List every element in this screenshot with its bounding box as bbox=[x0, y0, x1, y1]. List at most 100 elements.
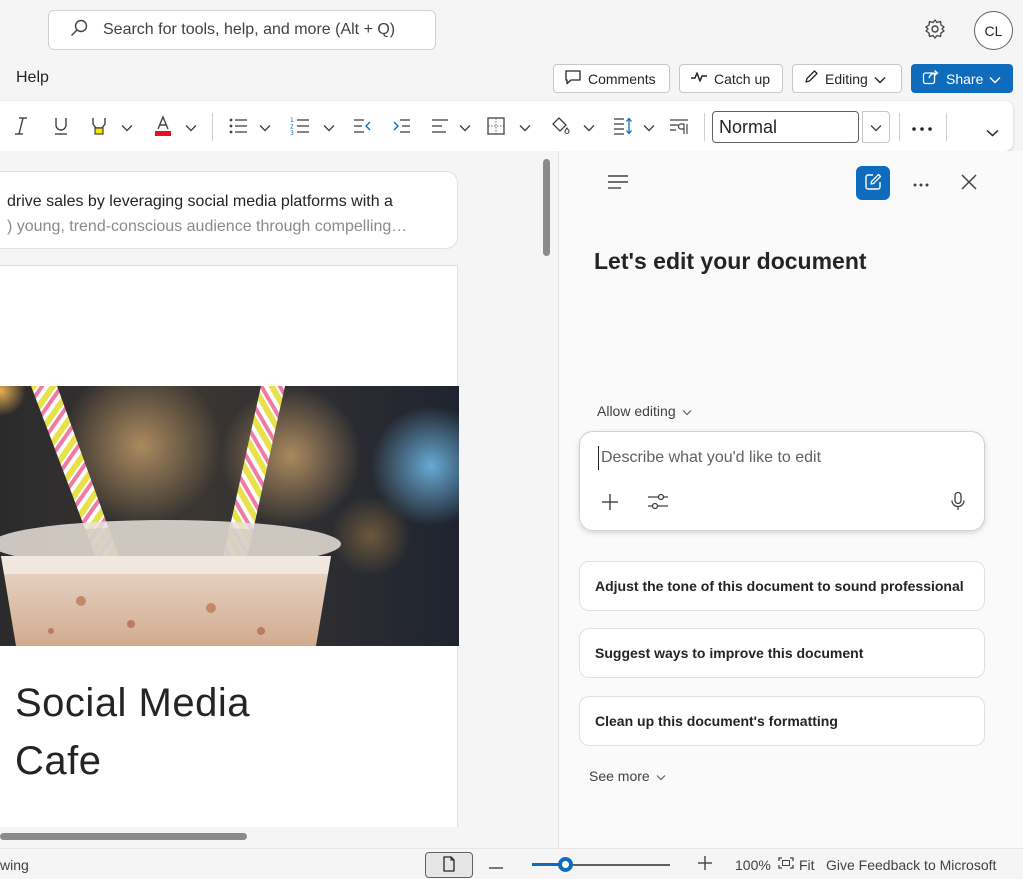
comment-icon bbox=[564, 69, 582, 88]
formatting-toolbar: 123 Normal bbox=[0, 101, 1013, 151]
summary-card[interactable]: drive sales by leveraging social media p… bbox=[0, 171, 458, 249]
compose-icon bbox=[863, 172, 883, 195]
microphone-icon bbox=[950, 491, 966, 516]
settings-button[interactable] bbox=[921, 16, 949, 44]
align-button[interactable] bbox=[428, 114, 452, 140]
line-spacing-dropdown[interactable] bbox=[640, 114, 658, 140]
chevron-down-icon bbox=[259, 119, 271, 135]
prompt-composer bbox=[579, 431, 985, 531]
highlighter-icon bbox=[88, 115, 110, 140]
more-horizontal-icon bbox=[912, 175, 930, 191]
bullets-dropdown[interactable] bbox=[256, 114, 274, 140]
editing-mode-button[interactable]: Editing bbox=[792, 64, 902, 93]
highlight-dropdown[interactable] bbox=[118, 114, 136, 140]
paragraph-style-select[interactable]: Normal bbox=[712, 111, 859, 143]
zoom-slider-thumb[interactable] bbox=[557, 857, 573, 872]
close-icon bbox=[960, 173, 978, 194]
new-edit-button[interactable] bbox=[856, 166, 890, 200]
decrease-indent-icon bbox=[352, 116, 372, 139]
voice-input-button[interactable] bbox=[942, 487, 974, 519]
underline-button[interactable] bbox=[50, 114, 72, 140]
status-bar: wing 100% Fit Give Feedback to Microsoft bbox=[0, 848, 1023, 879]
pilcrow-icon bbox=[668, 116, 690, 139]
share-label: Share bbox=[946, 70, 984, 87]
align-left-icon bbox=[430, 116, 450, 139]
chevron-down-icon bbox=[874, 71, 886, 87]
shading-button[interactable] bbox=[548, 114, 572, 140]
search-icon bbox=[69, 18, 89, 43]
vertical-scrollbar-thumb[interactable] bbox=[543, 159, 550, 256]
document-title[interactable]: Social Media Cafe bbox=[15, 674, 250, 790]
line-spacing-button[interactable] bbox=[610, 114, 636, 140]
paragraph-marks-button[interactable] bbox=[666, 114, 692, 140]
prompt-options-button[interactable] bbox=[642, 487, 674, 519]
paragraph-style-dropdown[interactable] bbox=[862, 111, 890, 143]
chevron-down-icon bbox=[121, 119, 133, 135]
borders-dropdown[interactable] bbox=[516, 114, 534, 140]
print-layout-button[interactable] bbox=[425, 852, 473, 878]
chevron-down-icon bbox=[656, 768, 666, 784]
document-title-line: Cafe bbox=[15, 739, 102, 783]
document-title-line: Social Media bbox=[15, 681, 251, 725]
horizontal-scrollbar-thumb[interactable] bbox=[0, 833, 247, 840]
chevron-down-icon bbox=[643, 119, 655, 135]
gear-icon bbox=[924, 18, 946, 43]
comments-button[interactable]: Comments bbox=[553, 64, 670, 93]
allow-editing-dropdown[interactable]: Allow editing bbox=[597, 403, 692, 419]
top-bar: Search for tools, help, and more (Alt + … bbox=[0, 0, 1023, 60]
align-dropdown[interactable] bbox=[456, 114, 474, 140]
italic-button[interactable] bbox=[10, 114, 32, 140]
catch-up-button[interactable]: Catch up bbox=[679, 64, 783, 93]
bullets-button[interactable] bbox=[226, 114, 250, 140]
expand-ribbon-button[interactable] bbox=[982, 119, 1002, 145]
numbered-list-icon: 123 bbox=[290, 116, 310, 139]
pane-menu-button[interactable] bbox=[601, 166, 635, 200]
share-button[interactable]: Share bbox=[911, 64, 1013, 93]
zoom-out-button[interactable] bbox=[488, 849, 504, 879]
tab-help[interactable]: Help bbox=[16, 69, 49, 87]
document-page[interactable]: Social Media Cafe bbox=[0, 265, 459, 827]
suggestion-chip[interactable]: Suggest ways to improve this document bbox=[579, 628, 985, 678]
zoom-in-button[interactable] bbox=[697, 849, 713, 879]
summary-text-faded: ) young, trend-conscious audience throug… bbox=[7, 218, 408, 235]
give-feedback-link[interactable]: Give Feedback to Microsoft bbox=[826, 849, 996, 879]
see-more-button[interactable]: See more bbox=[589, 768, 666, 784]
borders-button[interactable] bbox=[484, 114, 508, 140]
fit-label: Fit bbox=[799, 856, 815, 873]
font-color-button[interactable] bbox=[150, 114, 176, 140]
suggestion-chip[interactable]: Adjust the tone of this document to soun… bbox=[579, 561, 985, 611]
font-color-icon bbox=[152, 114, 174, 140]
font-color-dropdown[interactable] bbox=[182, 114, 200, 140]
paragraph-style-value: Normal bbox=[719, 116, 778, 137]
summary-text: drive sales by leveraging social media p… bbox=[7, 193, 393, 210]
chevron-down-icon bbox=[870, 119, 882, 135]
italic-icon bbox=[12, 116, 30, 139]
suggestion-chip[interactable]: Clean up this document's formatting bbox=[579, 696, 985, 746]
document-image bbox=[0, 386, 459, 646]
shading-dropdown[interactable] bbox=[580, 114, 598, 140]
attach-button[interactable] bbox=[594, 487, 626, 519]
chevron-down-icon bbox=[682, 403, 692, 419]
numbering-button[interactable]: 123 bbox=[288, 114, 312, 140]
highlight-button[interactable] bbox=[86, 114, 112, 140]
prompt-input[interactable] bbox=[598, 446, 958, 470]
zoom-level[interactable]: 100% bbox=[735, 849, 771, 879]
increase-indent-button[interactable] bbox=[390, 114, 414, 140]
chevron-down-icon bbox=[519, 119, 531, 135]
document-canvas[interactable]: drive sales by leveraging social media p… bbox=[0, 151, 558, 827]
page-icon bbox=[442, 855, 456, 875]
underline-icon bbox=[52, 116, 70, 139]
more-options-button[interactable] bbox=[908, 114, 936, 140]
avatar[interactable]: CL bbox=[974, 11, 1013, 50]
pane-more-button[interactable] bbox=[904, 166, 938, 200]
status-mode-text: wing bbox=[0, 856, 29, 873]
search-box[interactable]: Search for tools, help, and more (Alt + … bbox=[48, 10, 436, 50]
decrease-indent-button[interactable] bbox=[350, 114, 374, 140]
fit-button[interactable]: Fit bbox=[778, 849, 815, 879]
minus-icon bbox=[488, 857, 504, 873]
copilot-pane: Let's edit your document Allow editing A… bbox=[558, 151, 1023, 848]
editing-label: Editing bbox=[825, 70, 868, 87]
numbering-dropdown[interactable] bbox=[320, 114, 338, 140]
pane-heading: Let's edit your document bbox=[594, 248, 867, 274]
close-pane-button[interactable] bbox=[952, 166, 986, 200]
